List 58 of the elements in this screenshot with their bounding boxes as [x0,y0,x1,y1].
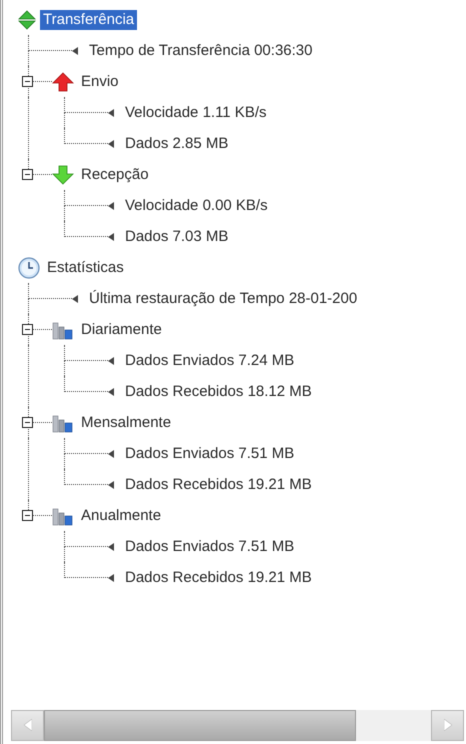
tree-item[interactable]: Mensalmente [78,412,174,432]
connector-line [64,128,108,144]
clock-icon [18,256,40,278]
down-arrow-icon [52,164,74,184]
tree-item[interactable]: Dados Recebidos 19.21 MB [122,568,315,588]
tree-item[interactable]: Velocidade 0.00 KB/s [122,196,271,216]
pointer-icon [108,108,114,116]
connector-line [64,531,108,547]
connector-line [64,97,108,113]
pointer-icon [108,480,114,488]
pointer-icon [108,388,114,396]
bar-chart-icon [52,320,74,340]
tree-item[interactable]: Velocidade 1.11 KB/s [122,102,270,122]
arrows-icon [18,10,36,30]
tree-item[interactable]: Dados 2.85 MB [122,134,232,154]
pointer-icon [72,46,78,54]
connector-line [64,438,108,454]
connector-line [64,190,108,206]
pointer-icon [72,294,78,302]
pointer-icon [108,232,114,240]
tree-item[interactable]: Anualmente [78,506,164,526]
tree-item[interactable]: Diariamente [78,320,165,340]
pointer-icon [108,542,114,550]
pointer-icon [108,356,114,364]
pointer-icon [108,450,114,458]
tree-item[interactable]: Dados 7.03 MB [122,226,232,246]
pointer-icon [108,140,114,148]
connector-line [64,376,108,392]
pointer-icon [108,574,114,582]
tree-item[interactable]: Tempo de Transferência 00:36:30 [86,40,316,60]
scrollbar-thumb[interactable] [44,710,356,740]
connector-line [28,283,72,299]
tree-item[interactable]: Estatísticas [44,258,127,278]
tree-item[interactable]: Dados Enviados 7.51 MB [122,444,298,464]
right-arrow-icon [444,719,452,731]
connector-line [64,469,108,485]
connector-line [64,562,108,578]
tree-item[interactable]: Última restauração de Tempo 28-01-200 [86,288,360,308]
up-arrow-icon [52,72,74,92]
tree-item[interactable]: Transferência [40,10,138,30]
collapse-icon[interactable] [22,168,33,180]
connector-line [64,221,108,237]
tree-item[interactable]: Envio [78,72,122,92]
bar-chart-icon [52,412,74,432]
left-arrow-icon [24,719,32,731]
collapse-icon[interactable] [22,510,33,520]
collapse-icon[interactable] [22,76,33,86]
connector-line [28,35,72,51]
tree-item[interactable]: Dados Enviados 7.51 MB [122,536,298,556]
bar-chart-icon [52,506,74,526]
collapse-icon[interactable] [22,416,33,428]
collapse-icon[interactable] [22,324,33,334]
pointer-icon [108,202,114,210]
tree-item[interactable]: Dados Enviados 7.24 MB [122,350,298,370]
tree-item[interactable]: Dados Recebidos 19.21 MB [122,474,315,494]
tree-item[interactable]: Dados Recebidos 18.12 MB [122,382,315,402]
tree-item[interactable]: Recepção [78,164,152,184]
connector-line [64,345,108,361]
